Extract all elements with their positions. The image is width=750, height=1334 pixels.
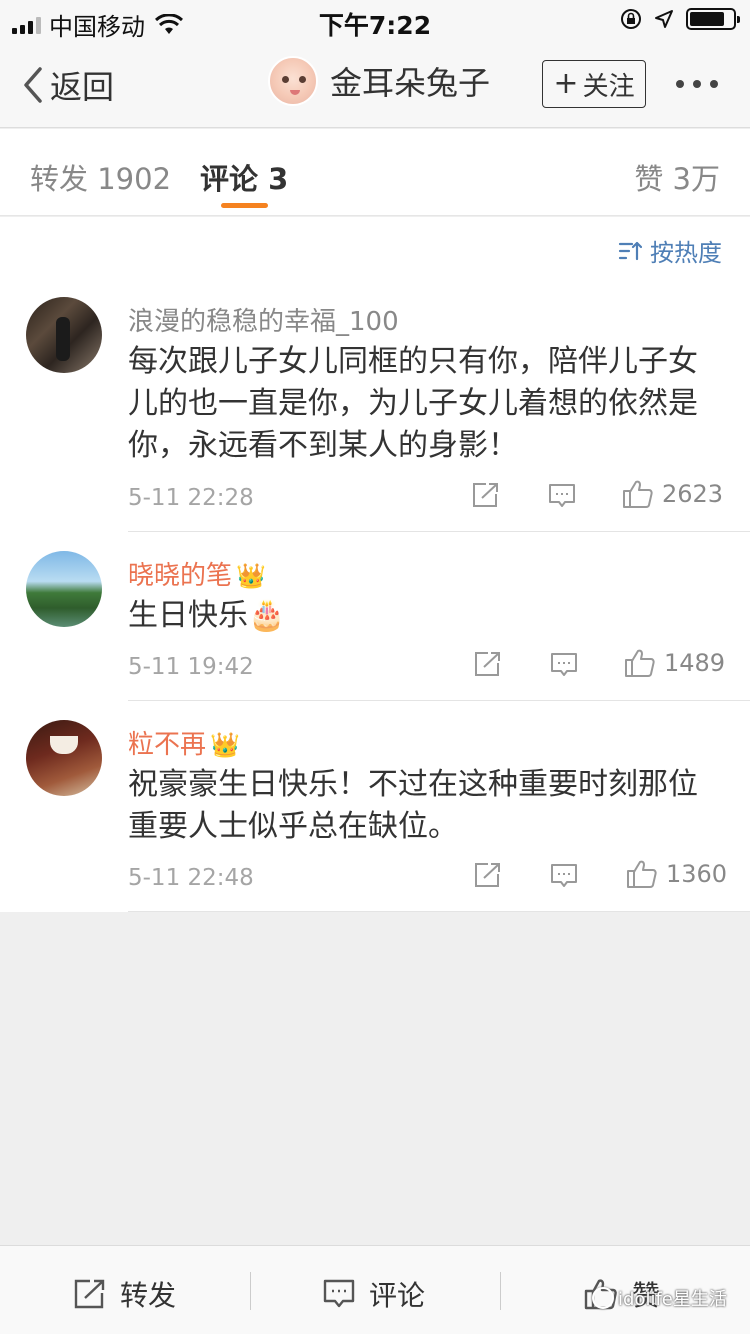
thumbs-up-icon [627,860,657,888]
more-options-button[interactable] [676,80,718,88]
tab-like[interactable]: 赞 3万 [634,156,720,198]
divider [250,1272,251,1310]
vip-crown-icon: 👑 [236,562,266,590]
battery-fill [690,12,724,26]
avatar[interactable] [268,56,318,106]
comment-list: 浪漫的稳稳的幸福_100 每次跟儿子女儿同框的只有你，陪伴儿子女 儿的也一直是你… [0,277,750,912]
rotation-lock-icon [621,9,641,29]
sort-label: 按热度 [650,239,722,267]
comment-text: 每次跟儿子女儿同框的只有你，陪伴儿子女 儿的也一直是你，为儿子女儿着想的依然是 … [128,341,718,467]
comment-text-line: 重要人士似乎总在缺位。 [128,809,458,844]
vip-crown-icon: 👑 [210,731,240,759]
divider [128,700,750,701]
comment-time: 5-11 19:42 [128,654,254,680]
comment-icon [551,864,577,887]
comment-username-text: 粒不再 [128,730,207,760]
dot-icon [676,80,684,88]
comment-username[interactable]: 晓晓的笔 👑 [128,555,266,592]
back-label: 返回 [50,68,115,106]
nav-bar: 返回 金耳朵兔子 + 关注 [0,40,750,128]
comment-button[interactable]: 评论 [323,1274,425,1314]
divider [128,531,750,532]
comment-icon [323,1279,355,1308]
comment-text-line: 每次跟儿子女儿同框的只有你，陪伴儿子女 [128,344,698,379]
share-button[interactable] [472,482,500,508]
location-arrow-icon [655,10,673,28]
like-button[interactable]: 1489 [624,648,725,678]
comment-text-line: 祝豪豪生日快乐！不过在这种重要时刻那位 [128,767,698,802]
page-title: 金耳朵兔子 [330,64,491,102]
comment-text-line: 儿的也一直是你，为儿子女儿着想的依然是 [128,386,698,421]
divider [500,1272,501,1310]
share-icon [473,483,498,507]
comment-username[interactable]: 粒不再 👑 [128,724,240,761]
dot-icon [710,80,718,88]
reply-button[interactable] [548,483,576,509]
avatar[interactable] [26,297,102,373]
active-tab-indicator [221,203,268,208]
share-button[interactable] [474,862,502,888]
thumbs-up-icon [623,480,653,508]
follow-label: 关注 [582,71,635,102]
share-icon [74,1279,105,1309]
back-button[interactable]: 返回 [20,62,114,108]
comment-username-text: 晓晓的笔 [128,561,233,591]
comment-icon [549,484,575,507]
like-count: 1489 [664,649,726,677]
reply-button[interactable] [550,652,578,678]
battery-icon [686,8,740,30]
like-button[interactable]: 1360 [626,859,727,889]
watermark-text: idolife星生活 [618,1289,727,1310]
share-button[interactable] [474,651,502,677]
watermark: idolife星生活 [592,1285,727,1311]
divider [128,911,750,912]
comment-text-line: 生日快乐🎂 [128,598,286,633]
comment-username[interactable]: 浪漫的稳稳的幸福_100 [128,301,399,338]
avatar[interactable] [26,551,102,627]
like-count: 1360 [666,860,728,888]
comment-text-line: 你，永远看不到某人的身影！ [128,428,518,463]
share-icon [475,863,500,887]
like-count: 2623 [662,480,724,508]
share-icon [475,652,500,676]
sort-by-hot-button[interactable]: 按热度 [618,233,722,268]
tab-bar: 转发 1902 评论 3 赞 3万 [0,129,750,216]
sort-icon [618,241,642,260]
nav-user[interactable]: 金耳朵兔子 [268,56,490,106]
repost-button[interactable]: 转发 [74,1274,176,1314]
comment-text: 祝豪豪生日快乐！不过在这种重要时刻那位 重要人士似乎总在缺位。 [128,764,718,848]
watermark-logo-icon [592,1287,614,1309]
comment-time: 5-11 22:48 [128,865,254,891]
plus-icon: + [553,66,579,101]
repost-label: 转发 [120,1279,177,1312]
reply-button[interactable] [550,863,578,889]
sort-bar: 按热度 [0,217,750,277]
comment-time: 5-11 22:28 [128,485,254,511]
thumbs-up-icon [625,649,655,677]
tab-comment[interactable]: 评论 3 [200,156,288,198]
chevron-left-icon [24,67,42,103]
comment-icon [551,653,577,676]
avatar[interactable] [26,720,102,796]
dot-icon [693,80,701,88]
comment-text: 生日快乐🎂 [128,595,718,637]
comment-label: 评论 [369,1279,426,1312]
follow-button[interactable]: + 关注 [542,60,646,108]
status-bar: 中国移动 下午7:22 [0,0,750,41]
status-right [620,8,740,30]
tab-repost[interactable]: 转发 1902 [30,156,171,198]
like-button[interactable]: 2623 [622,479,723,509]
